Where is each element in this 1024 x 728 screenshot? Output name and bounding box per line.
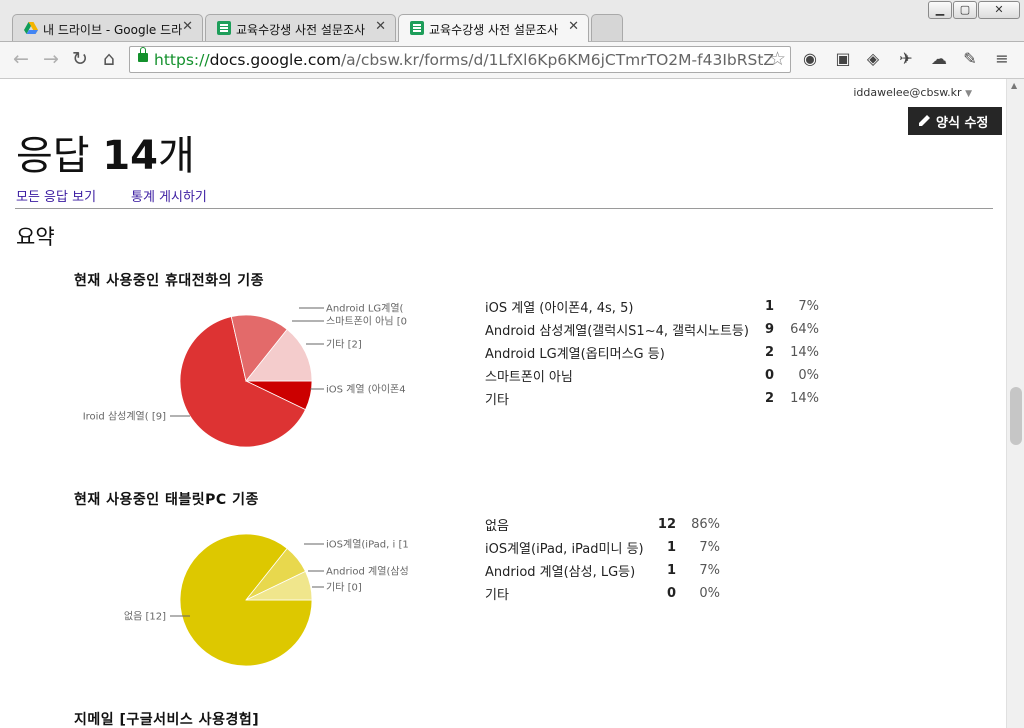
pie-label: 스마트폰이 아님 [0 bbox=[326, 316, 407, 328]
pie-label: iOS 계열 (아이폰4 bbox=[326, 384, 406, 396]
stats-row: Android 삼성계열(갤럭시S1~4, 갤럭시노트등) 9 64% bbox=[485, 318, 819, 341]
option-label: Andriod 계열(삼성, LG등) bbox=[485, 565, 636, 580]
google-sheets-icon bbox=[217, 21, 231, 35]
reload-icon[interactable]: ↻ bbox=[67, 46, 93, 72]
bird-extension-icon[interactable]: ✈ bbox=[895, 48, 917, 70]
option-label: iOS 계열 (아이폰4, 4s, 5) bbox=[485, 301, 634, 316]
stats-row: 기타 2 14% bbox=[485, 387, 819, 410]
stats-row: 스마트폰이 아님 0 0% bbox=[485, 364, 819, 387]
option-count: 12 bbox=[657, 517, 676, 532]
pie-label: 기타 [2] bbox=[326, 339, 362, 351]
color-picker-extension-icon[interactable]: ◉ bbox=[799, 48, 821, 70]
question-title: 현재 사용중인 휴대전화의 기종 bbox=[74, 273, 265, 289]
option-percent: 64% bbox=[790, 322, 819, 337]
option-count: 0 bbox=[764, 368, 774, 383]
option-count: 1 bbox=[666, 540, 676, 555]
tab-form-2[interactable]: 교육수강생 사전 설문조사 ✕ bbox=[398, 14, 589, 42]
tab-form-1[interactable]: 교육수강생 사전 설문조사 ✕ bbox=[205, 14, 396, 41]
feedly-extension-icon[interactable]: ◈ bbox=[862, 48, 884, 70]
option-count: 0 bbox=[666, 586, 676, 601]
google-drive-icon bbox=[24, 22, 38, 34]
close-tab-icon[interactable]: ✕ bbox=[375, 19, 386, 34]
pie-chart-tablet: iOS계열(iPad, i [1 Andriod 계열(삼성기타 [0] 없음 [1… bbox=[124, 533, 409, 667]
google-sheets-icon bbox=[410, 21, 424, 35]
summary-heading: 요약 bbox=[16, 225, 55, 249]
address-bar[interactable]: https://docs.google.com/a/cbsw.kr/forms/… bbox=[129, 46, 791, 73]
option-percent: 14% bbox=[790, 345, 819, 360]
minimize-icon[interactable]: ▁ bbox=[928, 1, 952, 19]
forward-icon[interactable]: → bbox=[38, 46, 64, 72]
tab-drive[interactable]: 내 드라이브 - Google 드라 ✕ bbox=[12, 14, 203, 41]
option-percent: 86% bbox=[691, 517, 720, 532]
scrollbar-thumb[interactable] bbox=[1010, 387, 1022, 445]
option-count: 1 bbox=[666, 563, 676, 578]
url-text[interactable]: https://docs.google.com/a/cbsw.kr/forms/… bbox=[154, 51, 774, 69]
close-window-icon[interactable]: ✕ bbox=[978, 1, 1020, 19]
stats-row: iOS계열(iPad, iPad미니 등) 1 7% bbox=[485, 536, 720, 559]
question-title: 현재 사용중인 태블릿PC 기종 bbox=[74, 492, 259, 508]
dropdown-arrow-icon: ▼ bbox=[965, 89, 972, 99]
page-title: 응답 14개 bbox=[16, 133, 195, 179]
option-label: Android LG계열(옵티머스G 등) bbox=[485, 347, 665, 362]
option-label: 기타 bbox=[485, 588, 509, 603]
pencil-icon bbox=[919, 115, 930, 126]
menu-icon[interactable]: ≡ bbox=[991, 48, 1013, 70]
option-percent: 7% bbox=[798, 299, 819, 314]
pie-label: 없음 [12] bbox=[124, 610, 166, 623]
browser-toolbar: ← → ↻ ⌂ https://docs.google.com/a/cbsw.k… bbox=[0, 42, 1024, 79]
option-count: 9 bbox=[764, 322, 774, 337]
publish-summary-link[interactable]: 통계 게시하기 bbox=[131, 186, 207, 205]
tab-title: 내 드라이브 - Google 드라 bbox=[43, 23, 183, 37]
question-title: 지메일 [구글서비스 사용경험] bbox=[74, 712, 260, 728]
option-percent: 14% bbox=[790, 391, 819, 406]
option-percent: 7% bbox=[699, 540, 720, 555]
option-label: iOS계열(iPad, iPad미니 등) bbox=[485, 542, 644, 557]
new-tab-button[interactable] bbox=[591, 14, 623, 41]
option-label: Android 삼성계열(갤럭시S1~4, 갤럭시노트등) bbox=[485, 324, 749, 339]
option-percent: 7% bbox=[699, 563, 720, 578]
stats-row: 기타 0 0% bbox=[485, 582, 720, 605]
page-scrollbar[interactable]: ▲ bbox=[1006, 79, 1024, 728]
option-label: 기타 bbox=[485, 393, 509, 408]
pie-label: iOS계열(iPad, i [1 bbox=[326, 539, 409, 551]
option-percent: 0% bbox=[798, 368, 819, 383]
divider bbox=[15, 208, 993, 209]
pie-label: Andriod 계열(삼성 bbox=[326, 566, 409, 578]
stats-table-tablet: 없음 12 86% iOS계열(iPad, iPad미니 등) 1 7% Andriod 계… bbox=[485, 513, 720, 605]
option-percent: 0% bbox=[699, 586, 720, 601]
stats-table-phone: iOS 계열 (아이폰4, 4s, 5) 1 7% Android 삼성계열(갤럭시S… bbox=[485, 295, 819, 410]
view-all-responses-link[interactable]: 모든 응답 보기 bbox=[16, 186, 96, 205]
tab-title: 교육수강생 사전 설문조사 bbox=[236, 23, 366, 37]
close-tab-icon[interactable]: ✕ bbox=[182, 19, 193, 34]
option-label: 스마트폰이 아님 bbox=[485, 370, 573, 385]
edit-form-button[interactable]: 양식 수정 bbox=[908, 107, 1002, 135]
bookmark-star-icon[interactable]: ☆ bbox=[769, 48, 786, 70]
home-icon[interactable]: ⌂ bbox=[96, 46, 122, 72]
close-tab-icon[interactable]: ✕ bbox=[568, 19, 579, 34]
stats-row: Android LG계열(옵티머스G 등) 2 14% bbox=[485, 341, 819, 364]
tab-strip: 내 드라이브 - Google 드라 ✕ 교육수강생 사전 설문조사 ✕ 교육수… bbox=[0, 0, 1024, 42]
cloud-extension-icon[interactable]: ☁ bbox=[928, 48, 950, 70]
maximize-icon[interactable]: ▢ bbox=[953, 1, 977, 19]
evernote-extension-icon[interactable]: ▣ bbox=[832, 48, 854, 70]
stats-row: Andriod 계열(삼성, LG등) 1 7% bbox=[485, 559, 720, 582]
page-content: iddawelee@cbsw.kr ▼ 양식 수정 응답 14개 모든 응답 보… bbox=[0, 79, 1006, 728]
lock-icon bbox=[138, 47, 148, 62]
back-icon[interactable]: ← bbox=[8, 46, 34, 72]
tab-title: 교육수강생 사전 설문조사 bbox=[429, 23, 559, 37]
option-label: 없음 bbox=[485, 519, 509, 534]
option-count: 2 bbox=[764, 391, 774, 406]
pie-label: Iroid 삼성계열( [9] bbox=[83, 411, 166, 423]
stats-row: 없음 12 86% bbox=[485, 513, 720, 536]
stats-row: iOS 계열 (아이폰4, 4s, 5) 1 7% bbox=[485, 295, 819, 318]
account-menu[interactable]: iddawelee@cbsw.kr ▼ bbox=[853, 86, 972, 99]
pie-label: Android LG계열( bbox=[326, 303, 404, 315]
pin-extension-icon[interactable]: ✎ bbox=[959, 48, 981, 70]
option-count: 2 bbox=[764, 345, 774, 360]
pie-chart-phone: Android LG계열(스마트폰이 아님 [0 기타 [2] iOS 계열 (아이… bbox=[83, 303, 407, 448]
option-count: 1 bbox=[764, 299, 774, 314]
pie-label: 기타 [0] bbox=[326, 582, 362, 594]
